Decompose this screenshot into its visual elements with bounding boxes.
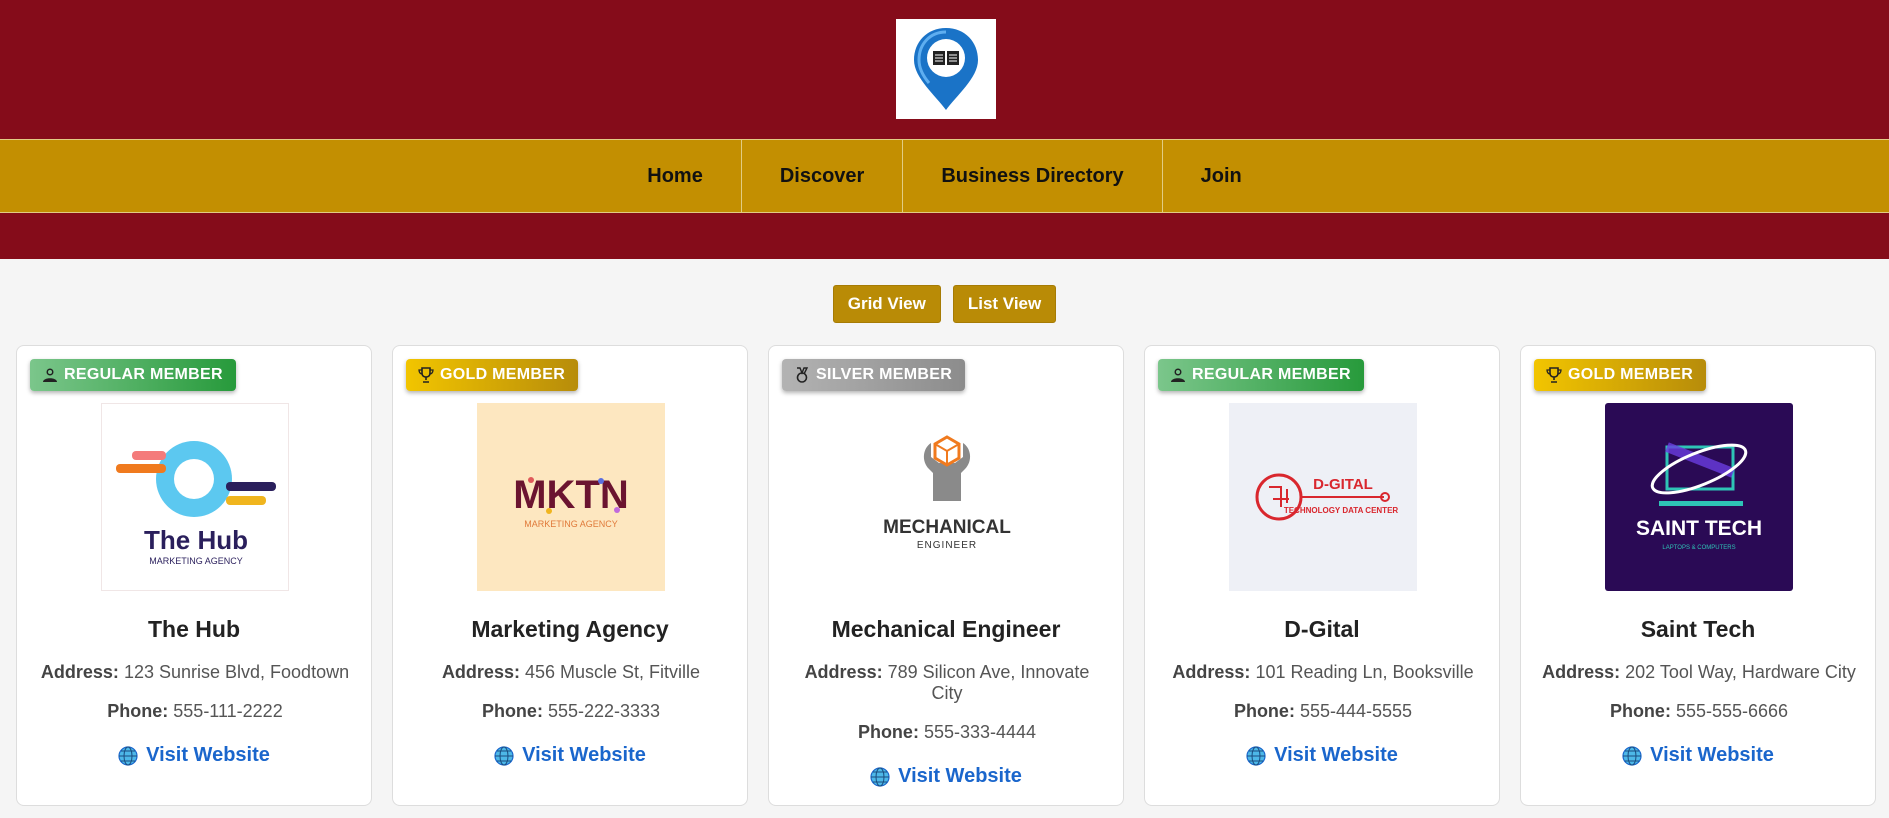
globe-icon [494,745,514,766]
business-logo: SAINT TECH LAPTOPS & COMPUTERS [1605,403,1793,591]
logo-subtext: MARKETING AGENCY [524,519,618,529]
membership-badge: REGULAR MEMBER [30,359,236,391]
globe-icon [1246,745,1266,766]
visit-website-link[interactable]: Visit Website [393,744,747,767]
list-view-button[interactable]: List View [952,285,1057,323]
member-card: GOLD MEMBER SAINT TECH LAPTOPS & COMPUTE… [1520,345,1876,806]
member-card: GOLD MEMBER MKTN MARKETING AGENCY Market… [392,345,748,806]
business-address: Address: 202 Tool Way, Hardware City [1542,662,1856,682]
member-card: REGULAR MEMBER D-GITAL TECHNOLOGY DATA C… [1144,345,1500,806]
person-icon [1171,368,1185,382]
member-card: REGULAR MEMBER The Hub MARKETING AGENCY … [16,345,372,806]
business-name: D-Gital [1284,616,1360,642]
globe-icon [118,745,138,766]
business-name: The Hub [148,616,240,642]
business-name: Mechanical Engineer [831,616,1061,642]
logo-subtext: ENGINEER [917,540,977,551]
person-icon [43,368,57,382]
business-name: Marketing Agency [471,616,669,642]
logo-subtext: MARKETING AGENCY [149,556,243,566]
trophy-icon [418,367,434,383]
member-cards: REGULAR MEMBER The Hub MARKETING AGENCY … [16,345,1876,806]
visit-website-link[interactable]: Visit Website [17,744,371,767]
business-phone: Phone: 555-333-4444 [857,722,1037,742]
business-address: Address: 123 Sunrise Blvd, Foodtown [40,662,350,682]
business-phone: Phone: 555-444-5555 [1233,701,1413,721]
view-toggle: Grid View List View [0,285,1889,323]
membership-badge: GOLD MEMBER [406,359,579,391]
logo-text: MECHANICAL [883,517,1011,538]
nav-join[interactable]: Join [1163,140,1280,212]
logo-text: D-GITAL [1313,476,1373,493]
business-name: Saint Tech [1640,616,1756,642]
trophy-icon [1546,367,1562,383]
nav-business-directory[interactable]: Business Directory [903,140,1163,212]
membership-badge: SILVER MEMBER [782,359,966,391]
logo-text: SAINT TECH [1636,517,1762,540]
grid-view-button[interactable]: Grid View [832,285,941,323]
badge-label: REGULAR MEMBER [64,366,223,383]
globe-icon [1622,745,1642,766]
business-address: Address: 101 Reading Ln, Booksville [1172,662,1474,682]
main-nav: Home Discover Business Directory Join [0,139,1889,213]
badge-label: SILVER MEMBER [816,366,953,383]
medal-icon [796,367,809,383]
logo-text: The Hub [144,525,248,555]
business-logo: D-GITAL TECHNOLOGY DATA CENTER [1229,403,1417,591]
badge-label: GOLD MEMBER [440,366,566,383]
nav-discover[interactable]: Discover [742,140,904,212]
site-logo[interactable] [896,19,996,119]
badge-label: GOLD MEMBER [1568,366,1694,383]
site-header: Home Discover Business Directory Join [0,0,1889,259]
badge-label: REGULAR MEMBER [1192,366,1351,383]
business-phone: Phone: 555-222-3333 [481,701,661,721]
business-logo: MECHANICAL ENGINEER [853,403,1041,591]
member-card: SILVER MEMBER MECHANICAL ENGINEER Mechan… [768,345,1124,806]
visit-website-link[interactable]: Visit Website [1521,744,1875,767]
nav-home[interactable]: Home [609,140,742,212]
business-phone: Phone: 555-111-2222 [107,701,283,721]
membership-badge: REGULAR MEMBER [1158,359,1364,391]
globe-icon [870,766,890,787]
visit-website-link[interactable]: Visit Website [769,765,1123,788]
visit-website-link[interactable]: Visit Website [1145,744,1499,767]
business-logo: MKTN MARKETING AGENCY [477,403,665,591]
logo-subtext: LAPTOPS & COMPUTERS [1662,545,1735,551]
business-logo: The Hub MARKETING AGENCY [101,403,289,591]
business-phone: Phone: 555-555-6666 [1609,701,1789,721]
logo-subtext: TECHNOLOGY DATA CENTER [1284,506,1399,515]
business-address: Address: 789 Silicon Ave, Innovate City [804,662,1090,703]
membership-badge: GOLD MEMBER [1534,359,1707,391]
map-pin-book-icon [914,28,978,110]
business-address: Address: 456 Muscle St, Fitville [441,662,701,682]
